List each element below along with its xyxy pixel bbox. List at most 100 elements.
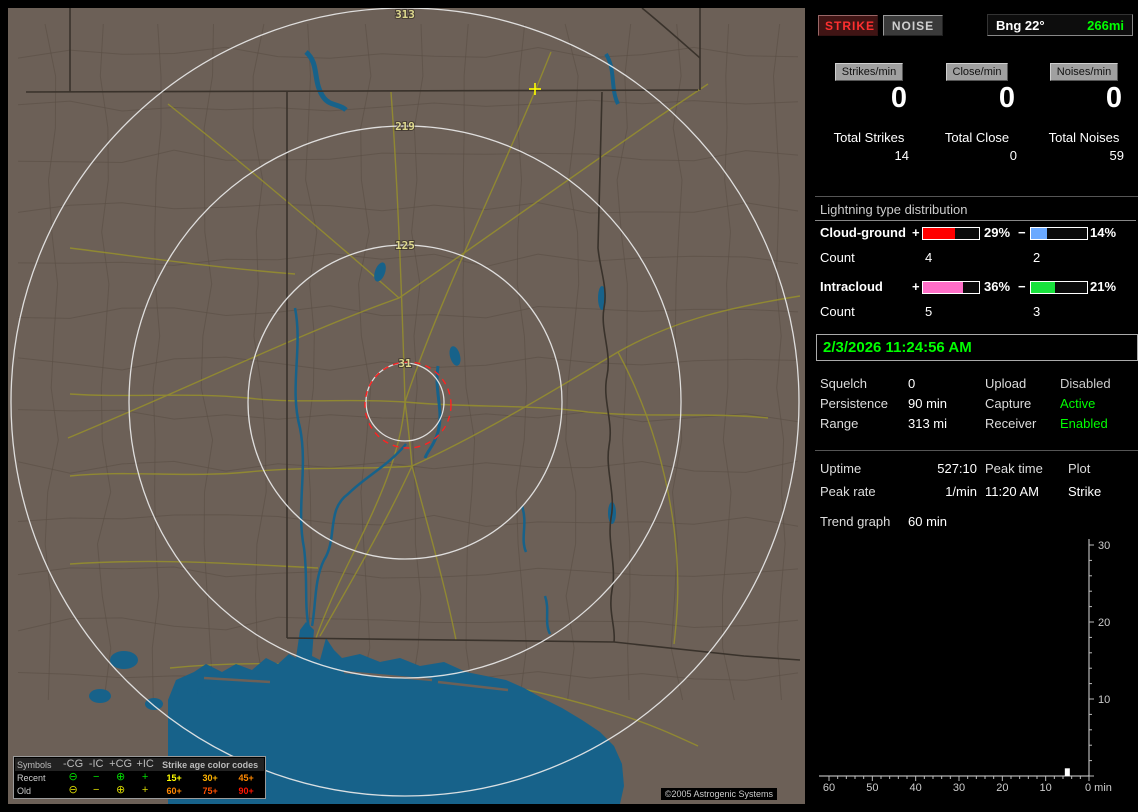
neg-cg-count: 2 (1033, 250, 1041, 265)
distribution-title: Lightning type distribution (815, 202, 1136, 221)
capture-status: Active (1060, 396, 1096, 411)
pos-ic-percent: 36% (984, 279, 1011, 294)
minus-sign: − (1018, 279, 1026, 294)
close-per-min-badge[interactable]: Close/min (945, 63, 1009, 81)
lightning-range-map[interactable]: 313 219 125 31 Symbols -CG -IC +CG +IC S… (8, 8, 805, 804)
neg-cg-recent-icon: ⊖ (68, 771, 78, 783)
svg-text:40: 40 (910, 782, 922, 794)
neg-ic-percent: 21% (1090, 279, 1117, 294)
pos-cg-percent: 29% (984, 225, 1011, 240)
plot-label: Plot (1068, 461, 1091, 476)
strikes-column: Strikes/min 0 Total Strikes 14 (815, 0, 923, 175)
trend-header: Trend graph 60 min (815, 514, 1138, 532)
intracloud-count-row: Count 5 3 (815, 304, 1138, 320)
minus-sign: − (1018, 225, 1026, 240)
trend-graph: 60 50 40 30 20 10 0 min 30 20 10 (819, 539, 1112, 794)
squelch-label: Squelch (820, 376, 867, 391)
age-75: 75+ (202, 785, 218, 796)
neg-cg-old-icon: ⊖ (68, 784, 78, 796)
pos-ic-recent-icon: + (141, 771, 149, 783)
legend-col-pos-ic: +IC (134, 758, 157, 771)
cloud-ground-row: Cloud-ground + 29% − 14% (815, 225, 1138, 241)
pos-ic-count: 5 (925, 304, 933, 319)
upload-status: Disabled (1060, 376, 1111, 391)
count-label: Count (820, 304, 855, 319)
pos-cg-bar (922, 227, 980, 240)
status-row: Squelch 0 Upload Disabled (815, 376, 1138, 394)
close-column: Close/min 0 Total Close 0 (923, 0, 1031, 175)
peak-rate-label: Peak rate (820, 484, 876, 499)
age-45: 45+ (238, 772, 254, 783)
uptime-value: 527:10 (937, 461, 977, 476)
noises-column: Noises/min 0 Total Noises 59 (1030, 0, 1138, 175)
age-15: 15+ (166, 772, 182, 783)
total-noises-value: 59 (1109, 148, 1124, 163)
cloud-ground-count-row: Count 4 2 (815, 250, 1138, 266)
copyright-notice: ©2005 Astrogenic Systems (660, 788, 777, 800)
peak-rate-value: 1/min (945, 484, 977, 499)
range-value: 313 mi (908, 416, 948, 431)
pos-cg-recent-icon: ⊕ (116, 771, 126, 783)
pos-ic-old-icon: + (141, 784, 149, 796)
svg-text:60: 60 (823, 782, 835, 794)
noises-per-min-badge[interactable]: Noises/min (1049, 63, 1119, 81)
trend-window-value: 60 min (908, 514, 948, 529)
legend-symbols-header: Symbols (15, 758, 61, 771)
persistence-value: 90 min (908, 396, 948, 411)
pos-ic-bar (922, 281, 980, 294)
intracloud-row: Intracloud + 36% − 21% (815, 279, 1138, 295)
neg-ic-old-icon: − (92, 784, 100, 796)
legend-recent-label: Recent (17, 772, 46, 783)
squelch-value: 0 (908, 376, 916, 391)
pos-cg-count: 4 (925, 250, 933, 265)
neg-cg-percent: 14% (1090, 225, 1117, 240)
range-label-125: 125 (395, 239, 415, 252)
strikes-per-min-badge[interactable]: Strikes/min (834, 63, 904, 81)
neg-ic-count: 3 (1033, 304, 1041, 319)
total-close-value: 0 (1009, 148, 1017, 163)
section-divider (815, 450, 1138, 451)
svg-text:0 min: 0 min (1085, 782, 1112, 794)
total-strikes-label: Total Strikes (833, 130, 905, 145)
svg-text:10: 10 (1098, 694, 1110, 706)
svg-text:20: 20 (996, 782, 1008, 794)
svg-text:20: 20 (1098, 617, 1110, 629)
neg-ic-bar (1030, 281, 1088, 294)
cloud-ground-label: Cloud-ground (820, 225, 906, 240)
section-divider (815, 196, 1138, 197)
svg-text:50: 50 (866, 782, 878, 794)
pos-cg-old-icon: ⊕ (116, 784, 126, 796)
session-row: Peak rate 1/min 11:20 AM Strike (815, 484, 1138, 502)
peak-time-value: 11:20 AM (985, 484, 1039, 499)
legend-col-pos-cg: +CG (107, 758, 135, 771)
datetime-display: 2/3/2026 11:24:56 AM (816, 334, 1138, 361)
legend-col-neg-ic: -IC (85, 758, 108, 771)
plus-sign: + (912, 225, 920, 240)
session-row: Uptime 527:10 Peak time Plot (815, 461, 1138, 479)
range-label-313: 313 (395, 8, 415, 21)
plot-value: Strike (1068, 484, 1102, 499)
range-label: Range (820, 416, 859, 431)
uptime-label: Uptime (820, 461, 862, 476)
neg-ic-recent-icon: − (92, 771, 100, 783)
intracloud-label: Intracloud (820, 279, 883, 294)
count-label: Count (820, 250, 855, 265)
range-label-31: 31 (398, 357, 412, 370)
legend-old-label: Old (17, 785, 32, 796)
age-60: 60+ (166, 785, 182, 796)
receiver-label: Receiver (985, 416, 1037, 431)
status-row: Persistence 90 min Capture Active (815, 396, 1138, 414)
svg-text:30: 30 (1098, 540, 1110, 552)
total-close-label: Total Close (944, 130, 1010, 145)
upload-label: Upload (985, 376, 1027, 391)
legend-age-header: Strike age color codes (156, 758, 265, 771)
peak-time-label: Peak time (985, 461, 1043, 476)
age-30: 30+ (202, 772, 218, 783)
noises-per-min-value: 0 (1105, 82, 1122, 114)
status-row: Range 313 mi Receiver Enabled (815, 416, 1138, 434)
plus-sign: + (912, 279, 920, 294)
strikes-per-min-value: 0 (890, 82, 907, 114)
lightning-detector-app: 313 219 125 31 Symbols -CG -IC +CG +IC S… (0, 0, 1138, 812)
trend-graph-label: Trend graph (820, 514, 891, 529)
close-per-min-value: 0 (998, 82, 1015, 114)
